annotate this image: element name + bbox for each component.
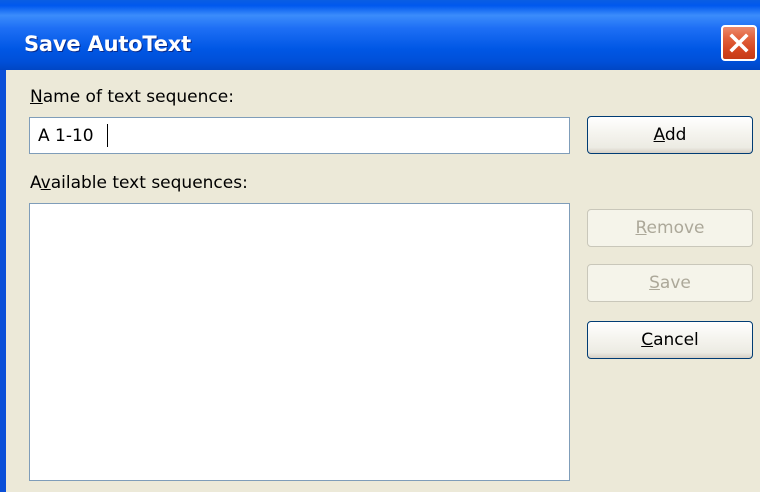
save-button[interactable]: Save <box>587 264 753 302</box>
name-field-label: Name of text sequence: <box>30 86 234 108</box>
cancel-button-label: ancel <box>653 330 699 350</box>
add-button[interactable]: Add <box>587 116 753 154</box>
window-title: Save AutoText <box>24 32 191 56</box>
available-list-label: Available text sequences: <box>30 172 248 194</box>
available-sequences-list[interactable] <box>29 203 570 481</box>
add-button-label: dd <box>664 125 687 145</box>
cancel-button-mnemonic: C <box>641 330 654 350</box>
available-label-prefix: A <box>30 173 41 193</box>
cancel-button[interactable]: Cancel <box>587 321 753 359</box>
name-input[interactable] <box>29 117 570 154</box>
save-button-label: ave <box>659 273 691 293</box>
text-caret <box>107 124 108 147</box>
remove-button-label: emove <box>646 218 705 238</box>
name-label-mnemonic: N <box>30 87 43 107</box>
close-button[interactable] <box>721 25 757 61</box>
remove-button-mnemonic: R <box>635 218 647 238</box>
add-button-mnemonic: A <box>653 125 665 145</box>
name-label-text: ame of text sequence: <box>42 87 234 107</box>
available-label-mnemonic: v <box>40 173 51 193</box>
available-label-text: ailable text sequences: <box>50 173 248 193</box>
title-bar[interactable]: Save AutoText <box>0 0 760 70</box>
window-frame-edge <box>0 70 6 492</box>
remove-button[interactable]: Remove <box>587 209 753 247</box>
save-autotext-dialog: Save AutoText Name of text sequence: Add… <box>0 0 760 492</box>
close-icon <box>729 33 749 53</box>
save-button-mnemonic: S <box>649 273 660 293</box>
